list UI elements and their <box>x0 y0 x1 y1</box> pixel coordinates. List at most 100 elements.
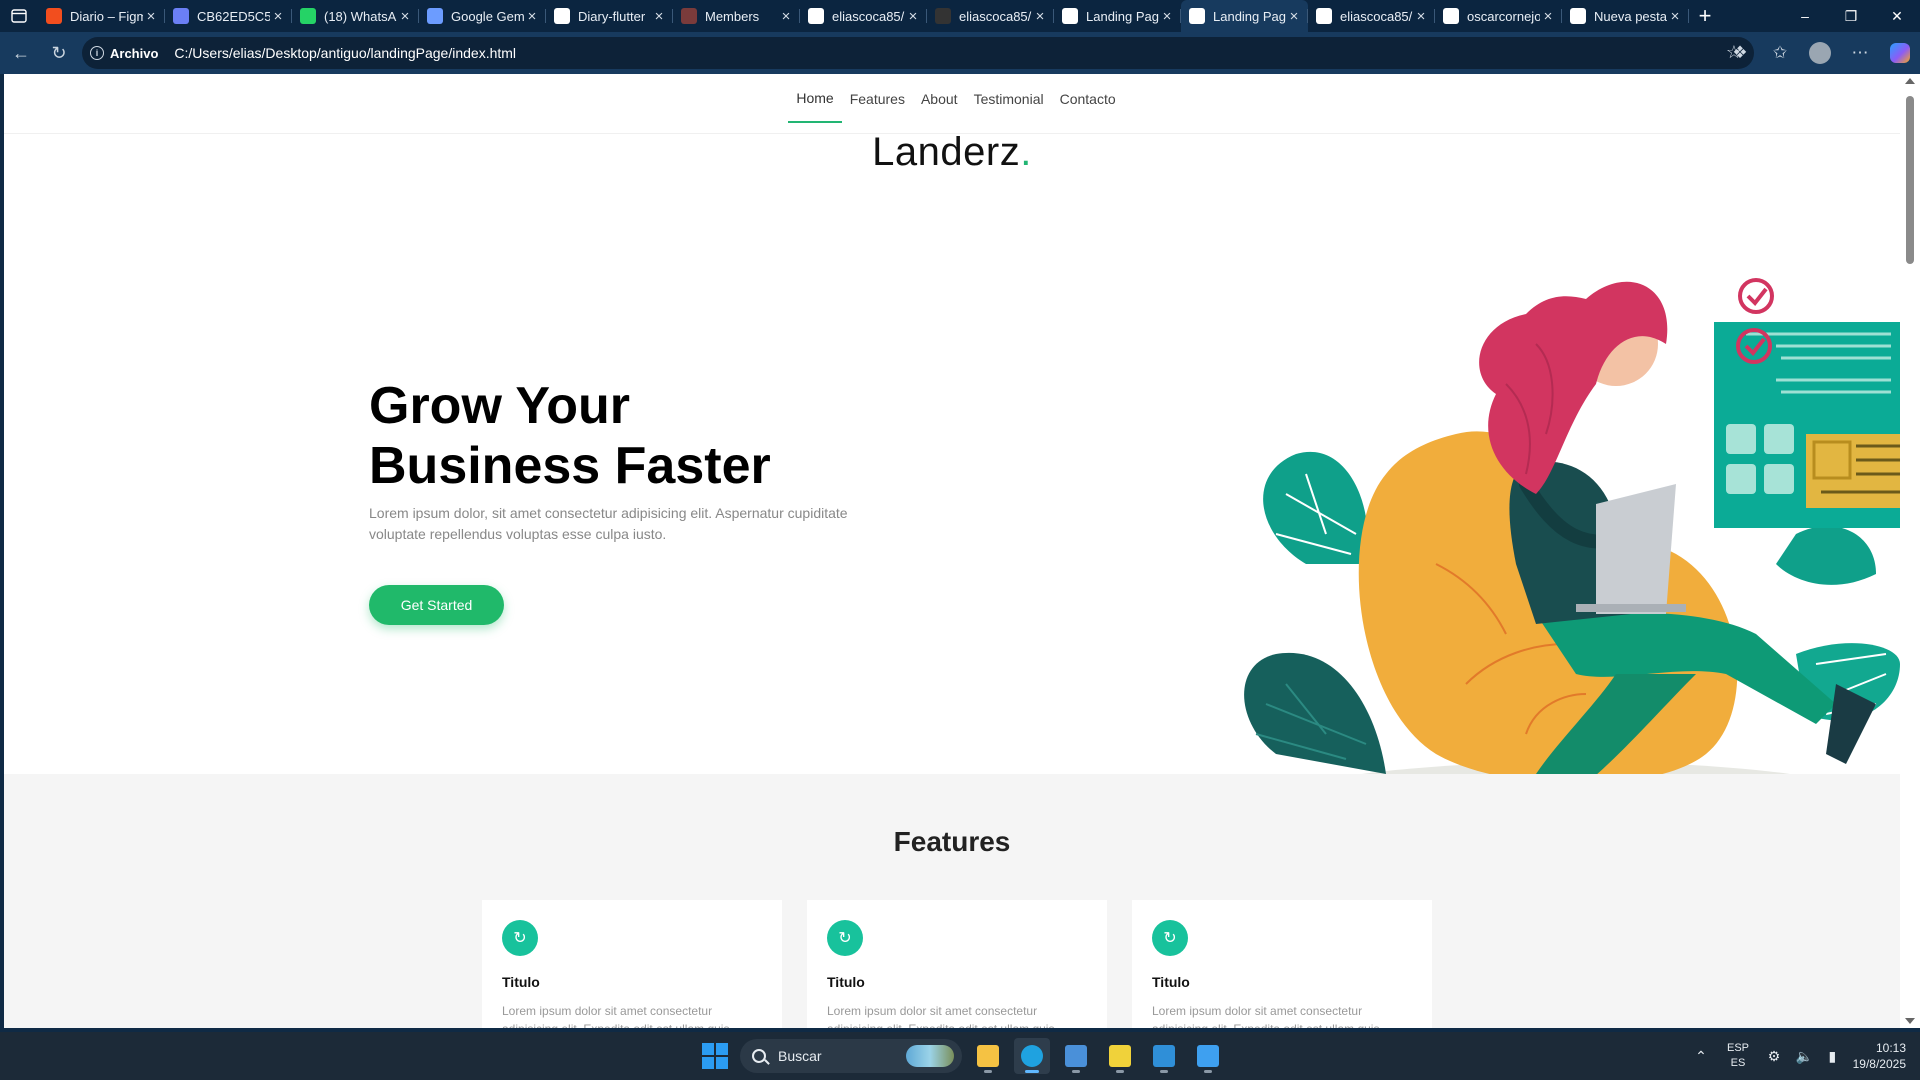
notepad-icon[interactable] <box>1190 1038 1226 1074</box>
refresh-feature-icon: ↻ <box>827 920 863 956</box>
nav-item-testimonial[interactable]: Testimonial <box>966 74 1052 123</box>
refresh-feature-icon: ↻ <box>1152 920 1188 956</box>
vscode-icon[interactable] <box>1146 1038 1182 1074</box>
clock[interactable]: 10:13 19/8/2025 <box>1844 1040 1920 1072</box>
browser-tab-bar: Diario – Figma×CB62ED5C5C×(18) WhatsApp×… <box>0 0 1920 32</box>
browser-tab[interactable]: eliascoca85/× <box>1308 0 1435 32</box>
edge-icon[interactable] <box>1014 1038 1050 1074</box>
close-tab-icon[interactable]: × <box>143 8 159 25</box>
more-options-icon[interactable]: ⋯ <box>1840 36 1880 70</box>
nav-item-features[interactable]: Features <box>842 74 913 123</box>
browser-tab[interactable]: (18) WhatsApp× <box>292 0 419 32</box>
tab-title: Landing Page <box>1086 8 1159 24</box>
browser-tab[interactable]: Google Gemini× <box>419 0 546 32</box>
refresh-feature-icon: ↻ <box>502 920 538 956</box>
globe-icon <box>173 8 189 24</box>
address-bar[interactable]: i Archivo C:/Users/elias/Desktop/antiguo… <box>82 37 1754 69</box>
nav-item-home[interactable]: Home <box>788 74 842 123</box>
show-hidden-icons-icon[interactable]: ⌃ <box>1686 1048 1716 1065</box>
browser-tab[interactable]: eliascoca85/× <box>800 0 927 32</box>
browser-tab[interactable]: Diary-flutter × <box>546 0 673 32</box>
browser-tab[interactable]: CB62ED5C5C× <box>165 0 292 32</box>
site-logo[interactable]: Landerz. <box>4 130 1900 175</box>
nav-item-about[interactable]: About <box>913 74 966 123</box>
browser-tab[interactable]: Nueva pestaña× <box>1562 0 1689 32</box>
app-glyph <box>1065 1045 1087 1067</box>
address-scheme-label: Archivo <box>110 45 159 61</box>
close-tab-icon[interactable]: × <box>778 8 794 25</box>
close-tab-icon[interactable]: × <box>1286 8 1302 25</box>
close-window-icon[interactable]: ✕ <box>1874 0 1920 32</box>
close-tab-icon[interactable]: × <box>397 8 413 25</box>
browser-tab[interactable]: Landing Page × <box>1181 0 1308 32</box>
system-tray: ⌃ ESP ES ⚙ 🔈 ▮ 10:13 19/8/2025 <box>1686 1032 1920 1080</box>
tab-title: Nueva pestaña <box>1594 8 1667 24</box>
copilot-icon[interactable] <box>1880 36 1920 70</box>
close-tab-icon[interactable]: × <box>1540 8 1556 25</box>
scroll-down-icon[interactable] <box>1905 1018 1915 1024</box>
taskbar-search-label: Buscar <box>778 1048 822 1064</box>
tab-title: eliascoca85/ <box>832 8 905 24</box>
browser-tab[interactable]: Landing Page × <box>1054 0 1181 32</box>
github-icon <box>1316 8 1332 24</box>
running-indicator <box>1025 1070 1039 1073</box>
tab-title: oscarcornejo <box>1467 8 1540 24</box>
tab-title: (18) WhatsApp <box>324 8 397 24</box>
favorites-icon[interactable]: ✩ <box>1760 36 1800 70</box>
features-heading: Features <box>893 826 1011 857</box>
extensions-icon[interactable]: ❖ <box>1720 36 1760 70</box>
sticky-notes-icon[interactable] <box>1102 1038 1138 1074</box>
close-tab-icon[interactable]: × <box>1413 8 1429 25</box>
refresh-icon[interactable]: ↻ <box>42 36 76 70</box>
globe-icon <box>1189 8 1205 24</box>
globe-icon <box>1062 8 1078 24</box>
scroll-up-icon[interactable] <box>1905 78 1915 84</box>
hero-illustration <box>1244 278 1900 844</box>
close-tab-icon[interactable]: × <box>1667 8 1683 25</box>
github-icon <box>1443 8 1459 24</box>
address-url[interactable]: C:/Users/elias/Desktop/antiguo/landingPa… <box>174 45 516 61</box>
feature-card: ↻ Titulo Lorem ipsum dolor sit amet consec… <box>807 900 1107 1028</box>
profile-avatar[interactable] <box>1800 36 1840 70</box>
tab-title: Members <box>705 8 760 24</box>
taskbar-search[interactable]: Buscar <box>740 1039 962 1073</box>
tab-title: Diary-flutter <box>578 8 646 24</box>
browser-tab[interactable]: Members × <box>673 0 800 32</box>
minimize-icon[interactable]: – <box>1782 0 1828 32</box>
feature-text: Lorem ipsum dolor sit amet consectetur a… <box>827 1004 1054 1028</box>
language-indicator[interactable]: ESP ES <box>1716 1041 1760 1071</box>
close-tab-icon[interactable]: × <box>1032 8 1048 25</box>
site-info-icon[interactable]: i <box>90 46 104 60</box>
browser-tab[interactable]: eliascoca85/× <box>927 0 1054 32</box>
quick-settings[interactable]: ⚙ 🔈 ▮ <box>1760 1048 1844 1065</box>
hero-title-line1: Grow Your <box>369 377 630 435</box>
site-nav-list: Home Features About Testimonial Contacto <box>788 74 1123 134</box>
running-indicator <box>984 1070 992 1073</box>
search-highlight-art <box>906 1045 954 1067</box>
github-icon <box>808 8 824 24</box>
file-explorer-icon[interactable] <box>970 1038 1006 1074</box>
close-tab-icon[interactable]: × <box>905 8 921 25</box>
tab-title: eliascoca85/ <box>959 8 1032 24</box>
nav-item-contacto[interactable]: Contacto <box>1052 74 1124 123</box>
close-tab-icon[interactable]: × <box>270 8 286 25</box>
running-indicator <box>1072 1070 1080 1073</box>
tab-title: Google Gemini <box>451 8 524 24</box>
windows-taskbar: Buscar ⌃ ESP ES ⚙ 🔈 ▮ 10:13 19/8/2025 <box>0 1032 1920 1080</box>
page-viewport: Home Features About Testimonial Contacto Lan… <box>4 74 1900 1028</box>
browser-tab[interactable]: oscarcornejo × <box>1435 0 1562 32</box>
browser-tab[interactable]: Diario – Figma× <box>38 0 165 32</box>
back-icon[interactable]: ← <box>4 36 38 70</box>
start-menu-icon[interactable] <box>702 1043 728 1069</box>
restore-icon[interactable]: ❐ <box>1828 0 1874 32</box>
get-started-button[interactable]: Get Started <box>369 585 504 625</box>
tab-actions-menu-icon[interactable] <box>0 0 38 32</box>
store-icon[interactable] <box>1058 1038 1094 1074</box>
scrollbar-thumb[interactable] <box>1906 96 1914 264</box>
page-scrollbar[interactable] <box>1900 74 1920 1028</box>
close-tab-icon[interactable]: × <box>524 8 540 25</box>
new-tab-button[interactable]: + <box>1689 0 1721 32</box>
close-tab-icon[interactable]: × <box>651 8 667 25</box>
browser-toolbar: ← ↻ i Archivo C:/Users/elias/Desktop/ant… <box>0 32 1920 74</box>
close-tab-icon[interactable]: × <box>1159 8 1175 25</box>
